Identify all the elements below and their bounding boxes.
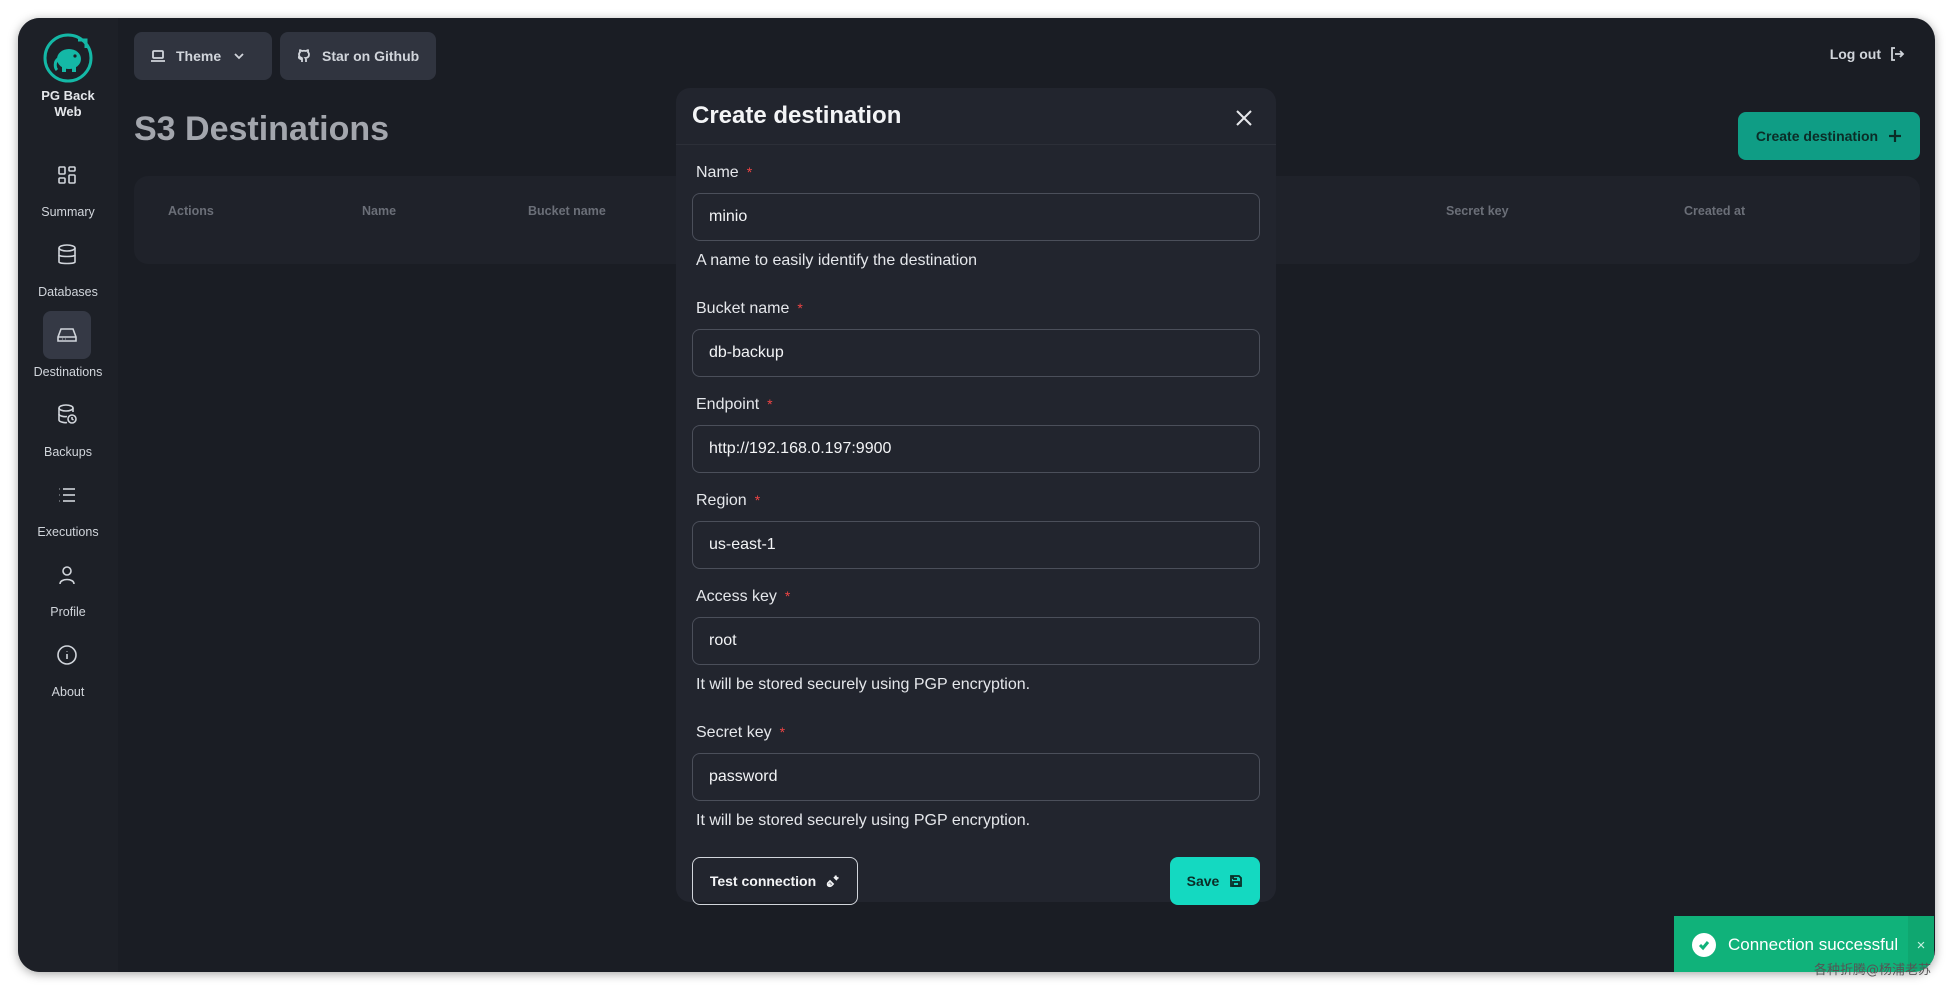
endpoint-input[interactable] [692, 425, 1260, 473]
bucket-name-label: Bucket name * [696, 300, 803, 318]
save-icon [1230, 875, 1243, 887]
region-input[interactable] [692, 521, 1260, 569]
app-window: PG Back Web Summary Databases Destinatio… [18, 18, 1935, 972]
endpoint-label: Endpoint * [696, 396, 773, 414]
required-mark: * [746, 164, 753, 180]
test-connection-label: Test connection [709, 873, 817, 889]
secret-key-label-text: Secret key [696, 724, 772, 741]
save-button-label: Save [1186, 873, 1220, 889]
close-dialog-button[interactable] [1232, 106, 1256, 130]
required-mark: * [797, 300, 803, 316]
bucket-name-input[interactable] [692, 329, 1260, 377]
close-icon: × [1916, 936, 1926, 954]
check-circle-icon [1692, 933, 1716, 957]
dialog-divider [676, 144, 1276, 145]
required-mark: * [784, 588, 791, 604]
region-label: Region * [696, 492, 760, 510]
required-mark: * [754, 492, 761, 508]
access-key-label: Access key * [696, 588, 790, 606]
secret-key-label: Secret key * [696, 724, 785, 742]
access-key-help-text: It will be stored securely using PGP enc… [696, 676, 1031, 693]
name-label-text: Name [696, 164, 739, 181]
bucket-name-label-text: Bucket name [696, 300, 790, 317]
access-key-label-text: Access key [696, 588, 777, 605]
name-label: Name * [696, 164, 752, 182]
region-label-text: Region [696, 492, 747, 509]
required-mark: * [779, 724, 786, 740]
watermark: 各种折腾@杨浦老苏 [1813, 963, 1931, 978]
save-button[interactable]: Save [1170, 857, 1260, 905]
toast-message: Connection successful [1728, 935, 1899, 954]
endpoint-label-text: Endpoint [696, 396, 760, 413]
create-destination-dialog: Create destination Name * A name to easil… [676, 88, 1276, 905]
close-icon [1236, 110, 1252, 126]
secret-key-help-text: It will be stored securely using PGP enc… [696, 812, 1031, 829]
test-connection-button[interactable]: Test connection [692, 857, 858, 905]
required-mark: * [767, 396, 773, 412]
name-input[interactable] [692, 193, 1260, 241]
secret-key-input[interactable] [692, 753, 1260, 801]
plug-icon [826, 875, 840, 888]
name-help-text: A name to easily identify the destinatio… [696, 252, 978, 269]
access-key-input[interactable] [692, 617, 1260, 665]
dialog-title: Create destination [692, 102, 902, 129]
